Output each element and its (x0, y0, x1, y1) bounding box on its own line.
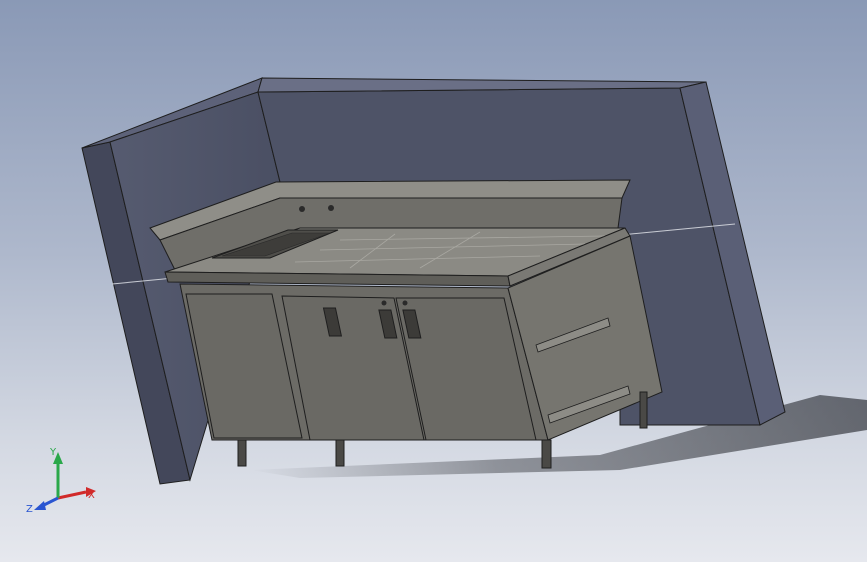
graphics-viewport[interactable]: X Y Z (0, 0, 867, 562)
cad-model-view[interactable] (0, 0, 867, 562)
door-lock-right (402, 300, 408, 306)
door-lock-center (381, 300, 387, 306)
leg-2 (335, 439, 345, 467)
z-axis-label: Z (26, 504, 33, 515)
faucet-hole-2 (328, 205, 334, 211)
y-axis-label: Y (49, 447, 57, 458)
x-axis-label: X (88, 490, 95, 501)
z-axis-arrow (34, 501, 46, 510)
leg-3 (541, 439, 552, 469)
faucet-hole-1 (299, 206, 305, 212)
x-axis-line (57, 490, 87, 500)
reference-triad: X Y Z (26, 447, 96, 515)
leg-4 (639, 391, 648, 429)
leg-1 (237, 439, 247, 467)
